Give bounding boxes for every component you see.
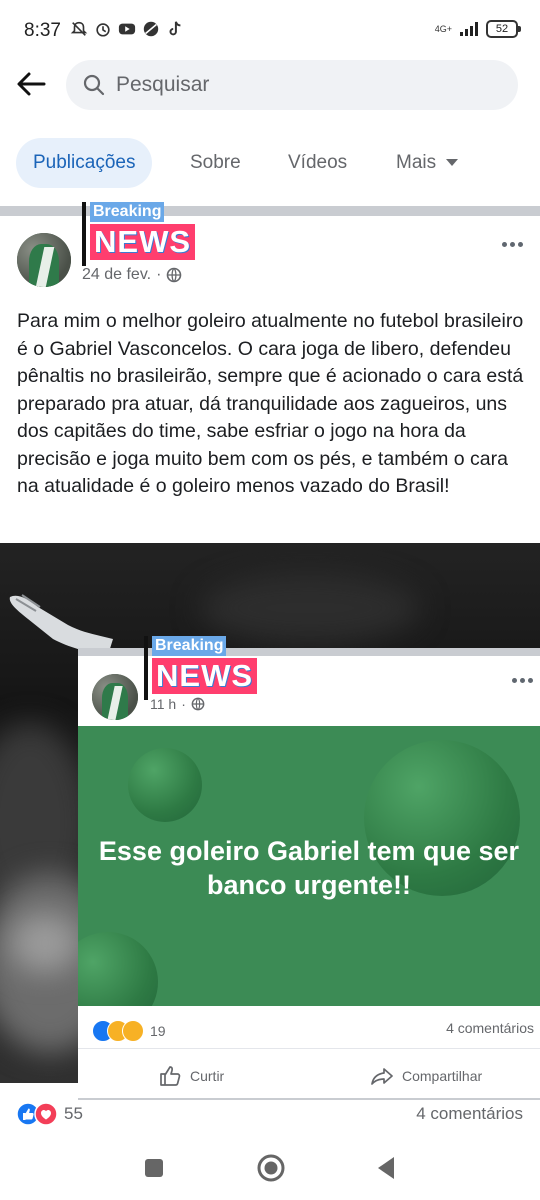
tiktok-icon	[169, 21, 181, 36]
tab-mais[interactable]: Mais	[396, 138, 459, 188]
status-bar: 8:37 4G+ 52	[0, 0, 540, 60]
ball-icon	[143, 21, 159, 37]
card-inner-divider	[78, 1048, 540, 1049]
shared-post-meta: 11 h ·	[150, 696, 205, 712]
love-reaction-icon	[34, 1102, 58, 1126]
home-button[interactable]	[256, 1153, 286, 1183]
post-reactions[interactable]: 55	[16, 1102, 83, 1126]
post-text: Para mim o melhor goleiro atualmente no …	[17, 310, 524, 497]
card-divider-bottom	[78, 1098, 540, 1100]
shared-news-label: NEWS	[152, 658, 257, 694]
shared-options-icon	[512, 676, 536, 684]
tab-sobre[interactable]: Sobre	[190, 138, 241, 188]
status-right: 4G+ 52	[434, 20, 521, 38]
profile-tabs: Publicações Sobre Vídeos Mais	[16, 138, 526, 188]
tab-mais-label: Mais	[396, 152, 437, 173]
post-reaction-count: 55	[64, 1104, 83, 1123]
network-type: 4G+	[434, 23, 452, 34]
shared-post-time: 11 h	[150, 696, 177, 712]
shared-breaking-news-badge: Breaking NEWS	[144, 636, 274, 700]
alarm-icon	[96, 23, 110, 37]
mute-icon	[70, 21, 88, 36]
post-date: 24 de fev.	[82, 266, 152, 283]
shared-globe-icon	[191, 697, 205, 711]
shared-post-card[interactable]: Breaking NEWS 11 h · Esse goleiro Gabrie…	[78, 636, 540, 1100]
search-icon	[83, 74, 105, 96]
search-input[interactable]: Pesquisar	[66, 60, 518, 110]
like-button[interactable]: Curtir	[158, 1064, 224, 1088]
breaking-news-badge: Breaking NEWS	[82, 202, 212, 266]
thumbs-up-icon	[160, 1066, 181, 1086]
signal-icon	[460, 22, 478, 36]
section-divider	[0, 206, 540, 216]
shared-comments-count[interactable]: 4 comentários	[446, 1020, 534, 1036]
tab-videos[interactable]: Vídeos	[288, 138, 347, 188]
avatar[interactable]	[17, 233, 71, 287]
post-comments-count[interactable]: 4 comentários	[416, 1104, 523, 1124]
back-nav-button[interactable]	[374, 1155, 398, 1181]
back-button[interactable]	[14, 66, 54, 106]
battery-icon: 52	[486, 20, 521, 38]
soccer-ball-icon	[128, 748, 202, 822]
image-caption: Esse goleiro Gabriel tem que ser banco u…	[98, 836, 520, 900]
shared-reactions[interactable]: 19	[92, 1020, 166, 1042]
share-button[interactable]: Compartilhar	[370, 1064, 482, 1088]
caret-down-icon	[446, 159, 459, 167]
shared-reaction-count: 19	[150, 1023, 166, 1039]
like-label: Curtir	[190, 1068, 225, 1084]
status-time: 8:37	[24, 20, 61, 41]
post-meta: 24 de fev. ·	[82, 266, 182, 284]
search-placeholder: Pesquisar	[116, 73, 210, 96]
youtube-icon	[118, 23, 136, 35]
post-options-icon[interactable]	[502, 240, 526, 248]
care-reaction-icon	[122, 1020, 144, 1042]
system-nav-bar	[0, 1140, 540, 1200]
shared-breaking-label: Breaking	[152, 636, 227, 656]
back-arrow-icon	[17, 72, 46, 96]
news-label: NEWS	[90, 224, 195, 260]
share-icon	[371, 1068, 393, 1085]
share-label: Compartilhar	[402, 1068, 483, 1084]
breaking-label: Breaking	[90, 202, 165, 222]
globe-icon	[167, 267, 182, 283]
status-icons	[70, 20, 184, 38]
tab-publicacoes[interactable]: Publicações	[16, 138, 153, 188]
shared-avatar	[92, 674, 138, 720]
recents-button[interactable]	[143, 1157, 165, 1179]
soccer-ball-bottom-icon	[78, 932, 158, 1006]
green-text-image: Esse goleiro Gabriel tem que ser banco u…	[78, 726, 540, 1006]
